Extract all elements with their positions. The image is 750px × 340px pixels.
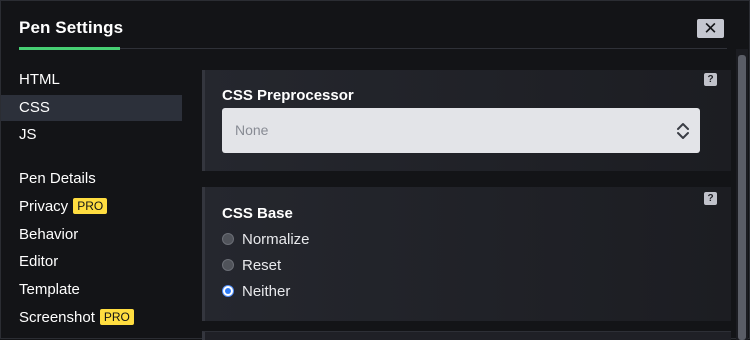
sidebar-item-label: Privacy: [19, 198, 69, 215]
css-preprocessor-select[interactable]: None: [222, 108, 700, 153]
sidebar-item-editor[interactable]: Editor: [1, 249, 182, 275]
chevron-up-down-icon: [677, 123, 689, 139]
sidebar-item-screenshot[interactable]: Screenshot PRO: [1, 305, 182, 331]
radio-button[interactable]: [222, 233, 234, 245]
css-preprocessor-label: CSS Preprocessor: [222, 87, 354, 104]
radio-label: Reset: [242, 257, 282, 274]
sidebar-item-privacy[interactable]: Privacy PRO: [1, 194, 182, 220]
help-icon[interactable]: ?: [704, 73, 717, 86]
radio-normalize[interactable]: Normalize: [222, 229, 310, 251]
sidebar-item-label: Behavior: [19, 226, 79, 243]
sidebar-item-behavior[interactable]: Behavior: [1, 222, 182, 248]
sidebar-item-template[interactable]: Template: [1, 277, 182, 303]
header-divider: [120, 48, 727, 49]
radio-reset[interactable]: Reset: [222, 255, 281, 277]
title-underline: [19, 47, 120, 50]
radio-label: Normalize: [242, 231, 310, 248]
css-preprocessor-panel: CSS Preprocessor ? None: [202, 70, 731, 171]
css-base-panel: CSS Base ? Normalize Reset Neither: [202, 187, 731, 321]
sidebar-item-pen-details[interactable]: Pen Details: [1, 166, 182, 192]
scrollbar-thumb[interactable]: [738, 55, 746, 340]
sidebar-item-html[interactable]: HTML: [1, 67, 182, 93]
pen-settings-modal: Pen Settings ✕ HTML CSS JS Pen Details P…: [0, 0, 750, 340]
sidebar-item-label: Editor: [19, 253, 59, 270]
css-base-label: CSS Base: [222, 205, 293, 222]
sidebar-item-label: Pen Details: [19, 170, 96, 187]
scrollbar[interactable]: [736, 49, 748, 340]
sidebar-item-css[interactable]: CSS: [1, 95, 182, 121]
sidebar-item-label: Template: [19, 281, 80, 298]
close-button[interactable]: ✕: [697, 19, 724, 38]
radio-label: Neither: [242, 283, 291, 300]
select-value: None: [235, 122, 269, 138]
radio-button-selected[interactable]: [222, 285, 234, 297]
radio-button[interactable]: [222, 259, 234, 271]
modal-title: Pen Settings: [19, 18, 124, 37]
help-icon[interactable]: ?: [704, 192, 717, 205]
pro-badge: PRO: [99, 309, 134, 325]
sidebar-item-js[interactable]: JS: [1, 122, 182, 148]
pro-badge: PRO: [73, 198, 108, 214]
radio-neither[interactable]: Neither: [222, 281, 290, 303]
sidebar-item-label: Screenshot: [19, 309, 95, 326]
